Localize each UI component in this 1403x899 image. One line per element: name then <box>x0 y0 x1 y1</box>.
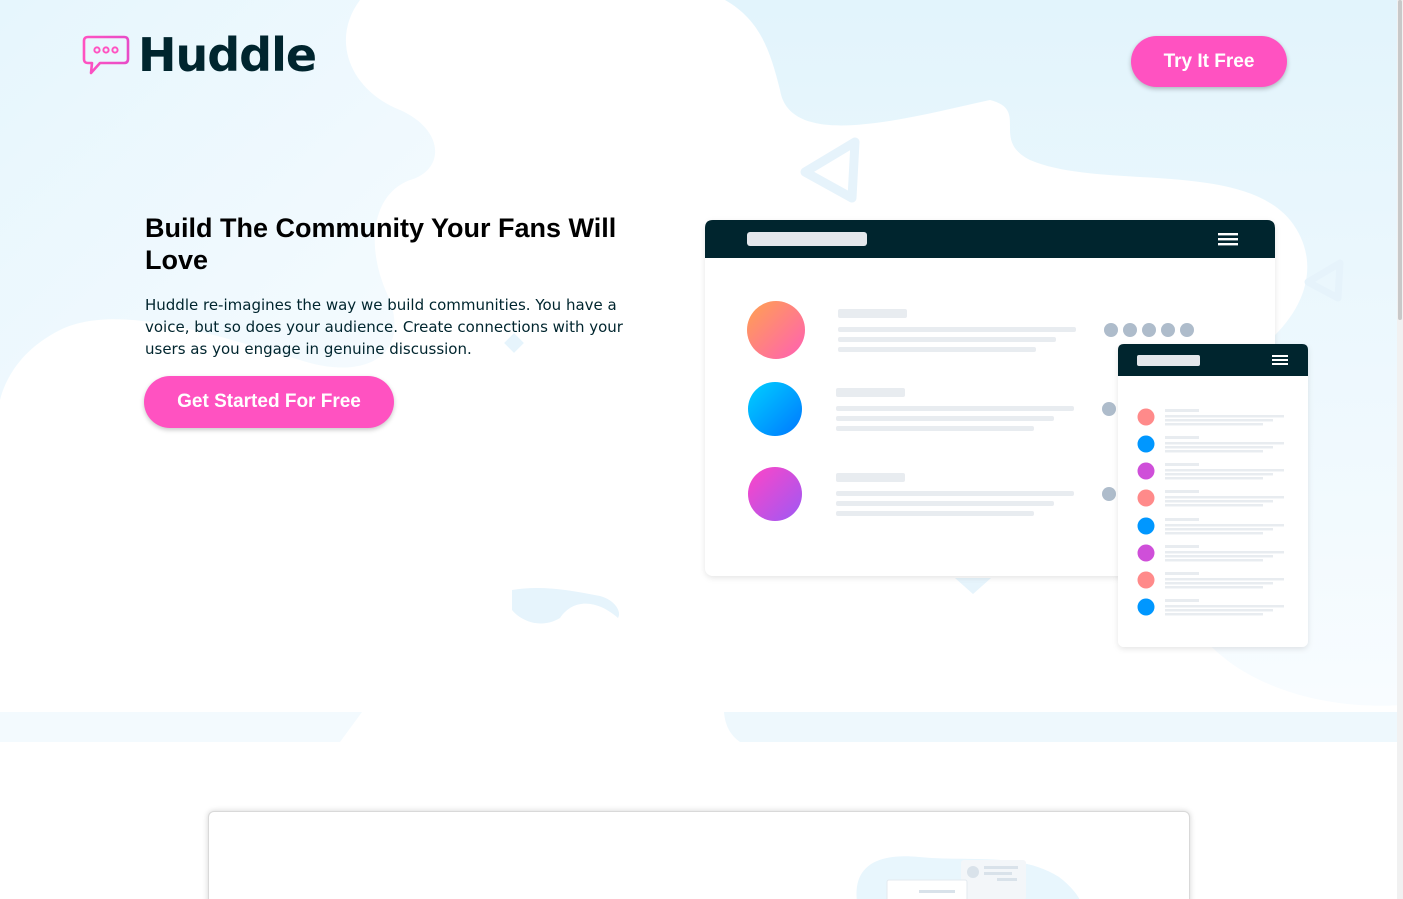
get-started-button[interactable]: Get Started For Free <box>144 376 394 428</box>
blob-bottom-left <box>0 712 362 742</box>
avatar-1 <box>747 301 805 359</box>
hero-title: Build The Community Your Fans Will Love <box>145 213 617 275</box>
try-it-free-button[interactable]: Try It Free <box>1131 36 1287 87</box>
hero-description: Huddle re-imagines the way we build comm… <box>145 296 623 358</box>
feature-card <box>208 811 1190 899</box>
wave-shape <box>512 587 620 624</box>
hero-illustration <box>705 220 1308 647</box>
mobile-window <box>1118 344 1308 647</box>
blob-bottom-right <box>724 712 1403 742</box>
scrollbar-thumb[interactable] <box>1398 0 1402 320</box>
avatar-3 <box>748 467 802 521</box>
chat-bubble-icon <box>82 35 130 75</box>
feature-illustration <box>856 856 1080 899</box>
triangle-outline <box>800 137 860 203</box>
brand-logo[interactable]: Huddle <box>82 28 317 82</box>
brand-name: Huddle <box>138 28 317 82</box>
hamburger-icon <box>1218 233 1238 246</box>
avatar-2 <box>748 382 802 436</box>
vertical-scrollbar[interactable] <box>1397 0 1403 899</box>
landing-page: Huddle Try It Free Build The Community Y… <box>0 0 1403 899</box>
hamburger-icon-small <box>1272 355 1288 365</box>
